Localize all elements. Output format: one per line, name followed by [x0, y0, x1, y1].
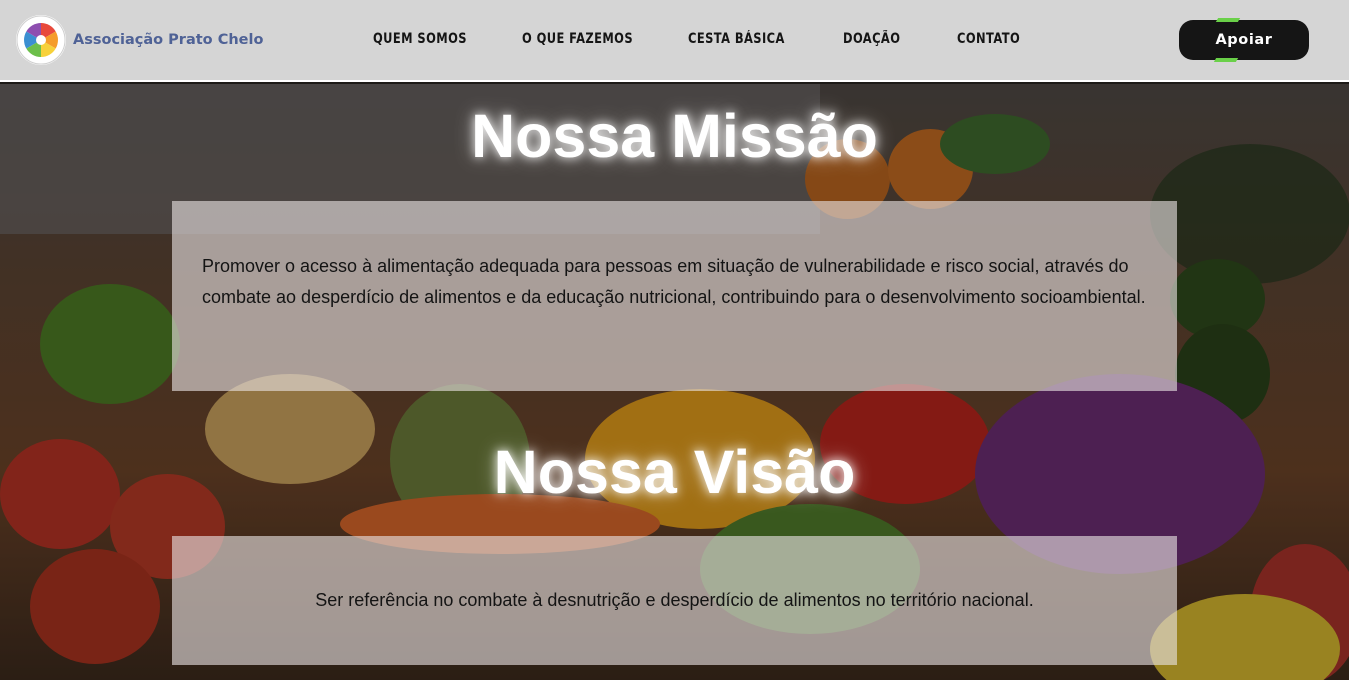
- logo-wheel-icon: [16, 15, 66, 65]
- main-nav: QUEM SOMOS O QUE FAZEMOS CESTA BÁSICA DO…: [373, 28, 1047, 50]
- vision-title: Nossa Visão: [493, 438, 856, 506]
- logo-link[interactable]: Associação Prato Chelo: [16, 15, 263, 65]
- nav-item-contato[interactable]: CONTATO: [957, 28, 1031, 50]
- nav-item-quem-somos[interactable]: QUEM SOMOS: [373, 28, 495, 50]
- button-accent-bottom: [1213, 58, 1239, 62]
- vision-text: Ser referência no combate à desnutrição …: [315, 590, 1034, 610]
- mission-title: Nossa Missão: [471, 102, 878, 170]
- site-header: Associação Prato Chelo QUEM SOMOS O QUE …: [0, 0, 1349, 82]
- button-accent-top: [1215, 18, 1241, 22]
- apoiar-button[interactable]: Apoiar: [1179, 18, 1309, 62]
- mission-text: Promover o acesso à alimentação adequada…: [202, 256, 1146, 307]
- logo-text: Associação Prato Chelo: [73, 32, 264, 48]
- nav-item-cesta-basica[interactable]: CESTA BÁSICA: [688, 28, 815, 50]
- nav-item-o-que-fazemos[interactable]: O QUE FAZEMOS: [522, 28, 658, 50]
- apoiar-button-label: Apoiar: [1215, 32, 1273, 48]
- nav-item-doacao[interactable]: DOAÇÃO: [843, 28, 936, 50]
- mission-panel: Promover o acesso à alimentação adequada…: [172, 201, 1177, 391]
- vision-panel: Ser referência no combate à desnutrição …: [172, 536, 1177, 665]
